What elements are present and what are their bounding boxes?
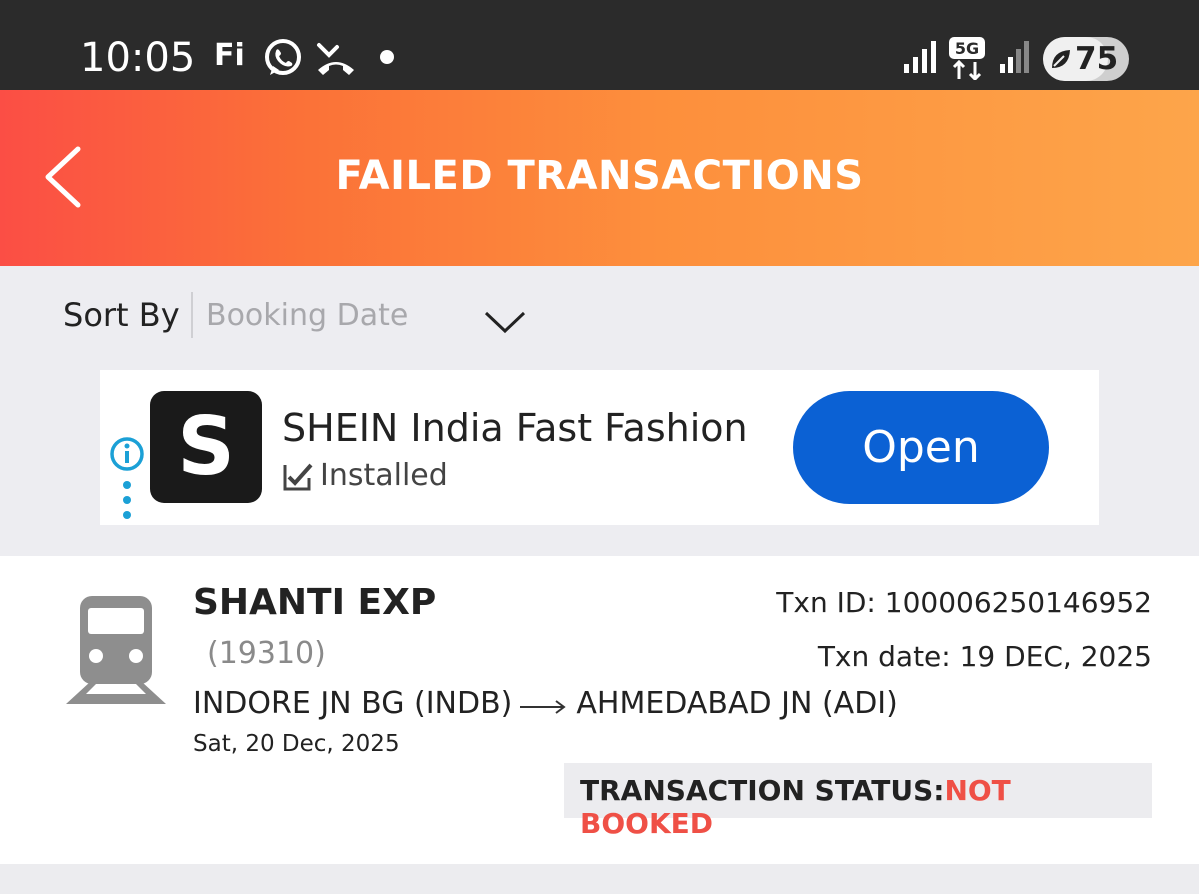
battery-saver-icon [1052, 50, 1070, 68]
status-bar: 10:05 Fi 5G 75 [0, 0, 1199, 90]
status-label-text: TRANSACTION STATUS: [580, 774, 945, 807]
fi-icon: Fi [214, 38, 245, 73]
more-options-icon[interactable] [122, 480, 132, 520]
notification-dot-icon [380, 50, 394, 64]
transaction-card[interactable]: SHANTI EXP (19310) INDORE JN BG (INDB) A… [0, 556, 1199, 864]
journey-date: Sat, 20 Dec, 2025 [193, 731, 400, 757]
status-time: 10:05 [80, 35, 196, 81]
missed-call-icon [317, 43, 354, 75]
info-icon[interactable] [109, 436, 145, 472]
svg-text:5G: 5G [955, 39, 979, 58]
arrow-right-icon [520, 699, 567, 714]
origin-station: INDORE JN BG (INDB) [193, 686, 513, 721]
train-name: SHANTI EXP [193, 582, 437, 623]
open-button[interactable]: Open [793, 391, 1049, 504]
page-title: FAILED TRANSACTIONS [335, 153, 864, 199]
list-bottom-spacer [0, 864, 1199, 894]
shein-app-logo: S [150, 391, 262, 503]
data-5g-icon: 5G [949, 37, 985, 80]
ad-banner[interactable]: S SHEIN India Fast Fashion Installed Ope… [100, 370, 1099, 525]
ad-app-name: SHEIN India Fast Fashion [282, 406, 748, 450]
transaction-status-box: TRANSACTION STATUS:NOT BOOKED [564, 763, 1152, 840]
sort-by-label: Sort By [63, 296, 180, 334]
sort-divider [191, 292, 193, 338]
txn-date: Txn date: 19 DEC, 2025 [817, 640, 1152, 673]
whatsapp-icon [265, 39, 301, 75]
train-number: (19310) [207, 636, 326, 671]
battery-indicator: 75 [1043, 37, 1129, 81]
battery-percent: 75 [1075, 41, 1119, 77]
signal-icon [904, 41, 936, 73]
route: INDORE JN BG (INDB) AHMEDABAD JN (ADI) [193, 686, 898, 721]
txn-id: Txn ID: 100006250146952 [776, 586, 1152, 619]
installed-check-icon [283, 463, 313, 491]
installed-label: Installed [320, 458, 448, 493]
sort-dropdown[interactable]: Booking Date [206, 298, 408, 333]
app-header: FAILED TRANSACTIONS [0, 90, 1199, 266]
status-label: TRANSACTION STATUS:NOT BOOKED [580, 774, 1152, 840]
destination-station: AHMEDABAD JN (ADI) [576, 686, 898, 721]
signal-icon-2 [1000, 41, 1029, 73]
chevron-down-icon[interactable] [484, 310, 526, 334]
train-icon [66, 596, 166, 704]
